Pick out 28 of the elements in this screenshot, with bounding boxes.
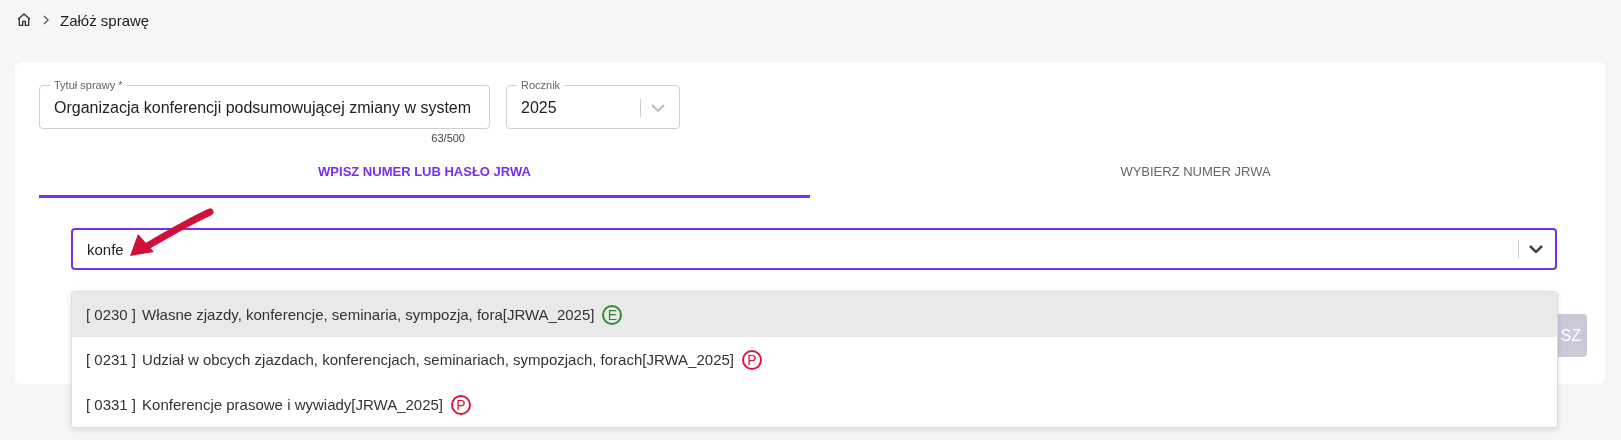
option-text: Udział w obcych zjazdach, konferencjach, seminariach, sympozjach, forach[JRWA_2025] bbox=[142, 351, 734, 368]
tab[interactable]: WPISZ NUMER LUB HASŁO JRWA bbox=[39, 154, 810, 198]
character-counter: 63/500 bbox=[431, 132, 465, 144]
status-badge: P bbox=[451, 394, 472, 415]
option-code: [ 0331 ] bbox=[86, 396, 137, 413]
status-badge: P bbox=[742, 349, 762, 370]
search-field[interactable]: konfe bbox=[71, 228, 1557, 270]
option-code: [ 0230 ] bbox=[86, 306, 137, 323]
title-field[interactable]: Tytuł sprawy * Organizacja konferencji podsumowującej zmiany w system bbox=[39, 79, 490, 129]
field-value: 2025 bbox=[521, 98, 558, 117]
chevron-down-icon[interactable] bbox=[1529, 245, 1543, 253]
chevron-down-icon bbox=[651, 103, 665, 112]
option-text: Konferencje prasowe i wywiady[JRWA_2025] bbox=[142, 396, 444, 413]
dropdown-option[interactable]: [ 0230 ] Własne zjazdy, konferencje, seminaria, sympozja, fora[JRWA_2025] E bbox=[72, 292, 1557, 337]
dropdown-option[interactable]: [ 0231 ] Udział w obcych zjazdach, konferencjach, seminariach, sympozjach, forach[JRWA_2025] P bbox=[72, 337, 1557, 382]
home-icon[interactable] bbox=[16, 12, 32, 28]
field-label: Tytuł sprawy * bbox=[53, 79, 124, 91]
breadcrumb-current: Załóż sprawę bbox=[60, 11, 150, 29]
field-label: Rocznik bbox=[520, 79, 562, 91]
option-code: [ 0231 ] bbox=[86, 351, 137, 368]
tab[interactable]: WYBIERZ NUMER JRWA bbox=[810, 154, 1581, 198]
year-select[interactable]: Rocznik 2025 bbox=[506, 79, 680, 129]
field-value: Organizacja konferencji podsumowującej zmiany w system bbox=[54, 98, 473, 117]
chevron-right-icon bbox=[42, 15, 50, 25]
status-badge: E bbox=[602, 304, 623, 325]
search-value: konfe bbox=[87, 240, 125, 258]
option-text: Własne zjazdy, konferencje, seminaria, sympozja, fora[JRWA_2025] bbox=[142, 306, 595, 323]
dropdown-option[interactable]: [ 0331 ] Konferencje prasowe i wywiady[JRWA_2025] P bbox=[72, 382, 1557, 427]
